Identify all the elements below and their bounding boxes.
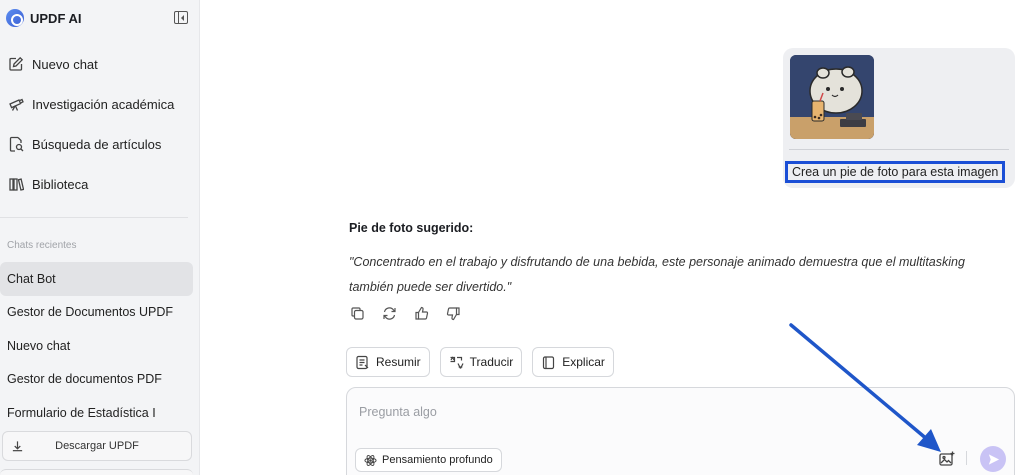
summarize-button[interactable]: Resumir: [346, 347, 430, 377]
translate-icon: [450, 355, 464, 369]
library-icon: [9, 178, 24, 191]
copy-icon[interactable]: [350, 306, 365, 321]
explain-label: Explicar: [562, 355, 605, 369]
edit-icon: [9, 56, 24, 71]
download-icon: [12, 441, 23, 452]
recent-chat-item[interactable]: Gestor de Documentos UPDF: [0, 296, 193, 330]
translate-button[interactable]: Traducir: [439, 347, 523, 377]
sidebar-divider: [0, 217, 188, 218]
deep-thinking-toggle[interactable]: Pensamiento profundo: [355, 448, 502, 472]
composer-separator: [966, 451, 967, 465]
telescope-icon: [9, 98, 24, 111]
recent-chats-list: Chat Bot Gestor de Documentos UPDF Nuevo…: [0, 262, 193, 430]
explain-icon: [543, 355, 555, 369]
sidebar: UPDF AI Nuevo chat Investigación académi…: [0, 0, 200, 475]
image-upload-icon[interactable]: [938, 450, 956, 468]
bubble-separator: [789, 149, 1009, 150]
recent-chat-item[interactable]: Formulario de Estadística I: [0, 396, 193, 430]
reply-body: "Concentrado en el trabajo y disfrutando…: [349, 255, 965, 294]
regenerate-icon[interactable]: [382, 306, 397, 321]
user-message-bubble: Crea un pie de foto para esta imagen: [783, 48, 1015, 188]
nav-item-library[interactable]: Biblioteca: [0, 164, 200, 204]
send-button[interactable]: [980, 446, 1006, 472]
reply-title: Pie de foto sugerido:: [349, 221, 474, 235]
sidebar-account-panel[interactable]: [0, 469, 193, 475]
nav-item-new-chat[interactable]: Nuevo chat: [0, 44, 200, 84]
brand: UPDF AI: [6, 8, 82, 28]
user-message-text: Crea un pie de foto para esta imagen: [785, 161, 1005, 183]
sidebar-collapse-icon[interactable]: [174, 11, 188, 24]
translate-label: Traducir: [469, 355, 514, 369]
download-updf-label: Descargar UPDF: [55, 440, 139, 452]
cartoon-character-image: [790, 55, 874, 139]
nav-item-academic-research[interactable]: Investigación académica: [0, 84, 200, 124]
nav-item-label: Nuevo chat: [32, 56, 98, 72]
app-name: UPDF AI: [30, 10, 82, 26]
explain-button[interactable]: Explicar: [532, 347, 614, 377]
deep-thinking-label: Pensamiento profundo: [382, 454, 493, 466]
nav-item-label: Biblioteca: [32, 176, 89, 192]
download-updf-button[interactable]: Descargar UPDF: [2, 431, 192, 461]
question-input[interactable]: [359, 402, 879, 422]
summary-icon: [356, 355, 369, 369]
nav-item-article-search[interactable]: Búsqueda de artículos: [0, 124, 200, 164]
send-icon: [988, 453, 999, 465]
recent-chat-item[interactable]: Nuevo chat: [0, 329, 193, 363]
nav-item-label: Investigación académica: [32, 96, 175, 112]
composer: Pensamiento profundo: [346, 387, 1015, 475]
recent-chat-item[interactable]: Chat Bot: [0, 262, 193, 296]
sidebar-nav: Nuevo chat Investigación académica Búsqu…: [0, 44, 200, 204]
search-document-icon: [9, 136, 24, 152]
nav-item-label: Búsqueda de artículos: [32, 136, 162, 152]
updf-logo-icon: [6, 9, 24, 27]
recent-chat-item[interactable]: Gestor de documentos PDF: [0, 363, 193, 397]
atom-icon: [364, 454, 377, 466]
thumbs-down-icon[interactable]: [446, 306, 461, 321]
quick-actions: Resumir Traducir Explicar: [346, 347, 614, 377]
reply-actions: [350, 306, 461, 321]
summarize-label: Resumir: [376, 355, 421, 369]
thumbs-up-icon[interactable]: [414, 306, 429, 321]
recent-chats-heading: Chats recientes: [7, 240, 77, 251]
uploaded-image[interactable]: [790, 55, 874, 139]
